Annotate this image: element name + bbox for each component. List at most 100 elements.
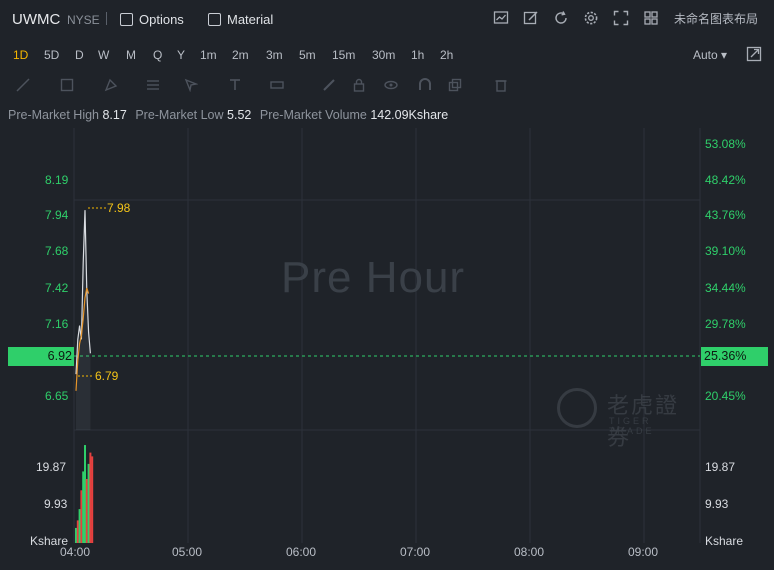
volume-bar	[84, 445, 86, 543]
chart-canvas	[73, 128, 701, 543]
price-axis-label: 7.94	[45, 208, 69, 222]
pencil-icon[interactable]	[322, 78, 336, 92]
options-button[interactable]: Options	[120, 10, 184, 28]
time-axis-label: 08:00	[514, 545, 545, 559]
document-icon	[208, 12, 221, 26]
period-2m[interactable]: 2m	[232, 48, 249, 62]
header-tools: 未命名图表布局	[480, 9, 758, 27]
magnet-icon[interactable]	[418, 78, 432, 92]
period-d[interactable]: D	[75, 48, 84, 62]
trend-line-icon[interactable]	[16, 78, 30, 92]
volume-bar	[91, 456, 94, 543]
price-axis-label: 7.68	[45, 244, 69, 258]
period-5m[interactable]: 5m	[299, 48, 316, 62]
low-label: Pre-Market Low	[135, 108, 224, 122]
period-w[interactable]: W	[98, 48, 109, 62]
period-1d[interactable]: 1D	[13, 48, 28, 62]
price-axis-label: 8.19	[45, 173, 69, 187]
fibonacci-tool-icon[interactable]	[146, 78, 160, 92]
period-m[interactable]: M	[126, 48, 136, 62]
volume-bar	[87, 463, 90, 543]
period-3m[interactable]: 3m	[266, 48, 283, 62]
percent-axis-label: 43.76%	[705, 208, 746, 222]
refresh-icon[interactable]	[552, 9, 570, 27]
current-price-badge: 6.92	[8, 347, 74, 366]
period-1h[interactable]: 1h	[411, 48, 424, 62]
trash-icon[interactable]	[494, 78, 508, 92]
header-divider	[106, 12, 107, 25]
exchange-label: NYSE	[67, 13, 100, 27]
tiger-trade-logo: 老虎證券 TIGER TRADE	[557, 386, 702, 450]
time-axis-label: 09:00	[628, 545, 659, 559]
percent-axis-label: 29.78%	[705, 317, 746, 331]
volume-bar	[85, 478, 88, 543]
options-icon	[120, 12, 133, 26]
period-selector: 1D 5D D W M Q Y 1m 2m 3m 5m 15m 30m 1h 2h	[0, 44, 774, 66]
volume-bar	[75, 527, 77, 543]
scale-mode-label: Auto	[693, 48, 718, 62]
percent-axis-label: 48.42%	[705, 173, 746, 187]
volume-bar	[82, 471, 85, 543]
chart-header: UWMC NYSE Options Material 未命名图表布局	[0, 0, 774, 38]
shape-tool-icon[interactable]	[104, 78, 118, 92]
volume-bar	[76, 520, 79, 543]
time-axis-label: 06:00	[286, 545, 317, 559]
options-label: Options	[139, 11, 184, 27]
lock-icon[interactable]	[352, 78, 366, 92]
text-tool-icon[interactable]	[228, 78, 242, 92]
layout-grid-icon[interactable]	[642, 9, 660, 27]
period-y[interactable]: Y	[177, 48, 185, 62]
current-percent-badge: 25.36%	[701, 347, 768, 366]
price-axis-label: 6.65	[45, 389, 69, 403]
price-chart[interactable]: Pre Hour 老虎證券 TIGER TRADE 8.19 7.94 7.68 7.…	[0, 128, 774, 570]
volume-value: 142.09Kshare	[370, 108, 449, 122]
session-high-annotation: 7.98	[107, 201, 131, 215]
volume-axis-label: 9.93	[44, 497, 68, 511]
tiger-logo-icon	[557, 388, 597, 428]
time-axis-label: 04:00	[60, 545, 91, 559]
material-button[interactable]: Material	[208, 10, 273, 28]
layout-name-dropdown[interactable]: 未命名图表布局	[674, 10, 758, 27]
percent-axis-label: 53.08%	[705, 137, 746, 151]
session-low-annotation: 6.79	[95, 369, 119, 383]
percent-axis-label: 34.44%	[705, 281, 746, 295]
gear-icon[interactable]	[582, 9, 600, 27]
volume-label: Pre-Market Volume	[259, 108, 367, 122]
period-1m[interactable]: 1m	[200, 48, 217, 62]
pre-market-stats: Pre-Market High 8.17 Pre-Market Low 5.52…	[8, 108, 453, 122]
fullscreen-icon[interactable]	[746, 46, 762, 62]
period-2h[interactable]: 2h	[440, 48, 453, 62]
volume-axis-label: 19.87	[36, 460, 67, 474]
symbol-title[interactable]: UWMC	[12, 11, 60, 28]
period-30m[interactable]: 30m	[372, 48, 395, 62]
eye-icon[interactable]	[384, 78, 398, 92]
time-axis-label: 07:00	[400, 545, 431, 559]
high-value: 8.17	[102, 108, 127, 122]
logo-text-en: TIGER TRADE	[609, 416, 655, 436]
price-axis-label: 7.42	[45, 281, 69, 295]
indicator-icon[interactable]	[492, 9, 510, 27]
cursor-tool-icon[interactable]	[184, 78, 199, 93]
draw-icon[interactable]	[522, 9, 540, 27]
expand-icon[interactable]	[612, 9, 630, 27]
price-axis-label: 7.16	[45, 317, 69, 331]
rectangle-tool-icon[interactable]	[60, 78, 74, 92]
low-value: 5.52	[227, 108, 252, 122]
period-15m[interactable]: 15m	[332, 48, 355, 62]
material-label: Material	[227, 11, 274, 27]
percent-axis-label: 39.10%	[705, 244, 746, 258]
measure-tool-icon[interactable]	[270, 78, 284, 92]
scale-mode-dropdown[interactable]: Auto ▾	[693, 48, 727, 62]
percent-axis-label: 20.45%	[705, 389, 746, 403]
period-q[interactable]: Q	[153, 48, 162, 62]
high-label: Pre-Market High	[8, 108, 99, 122]
session-watermark: Pre Hour	[281, 253, 466, 302]
volume-bar	[78, 509, 81, 543]
period-5d[interactable]: 5D	[44, 48, 59, 62]
copy-icon[interactable]	[448, 78, 462, 92]
time-axis-label: 05:00	[172, 545, 203, 559]
volume-axis-label-right: 9.93	[705, 497, 729, 511]
drawing-toolbar	[0, 74, 774, 96]
volume-unit-label-right: Kshare	[705, 534, 744, 548]
volume-bar	[89, 452, 92, 543]
